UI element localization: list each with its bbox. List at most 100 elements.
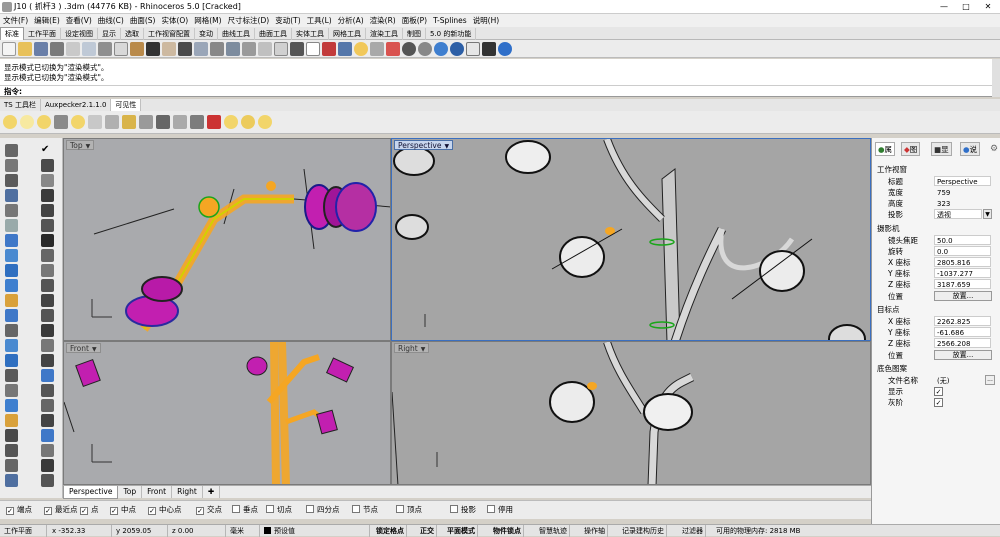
layer-tool-icon[interactable] — [5, 474, 18, 487]
sweep-icon[interactable] — [5, 264, 18, 277]
panel-tab-properties[interactable]: ●属 — [875, 142, 896, 156]
more-tools-icon[interactable] — [41, 474, 54, 487]
boolean-diff-icon[interactable] — [41, 324, 54, 337]
viewport-perspective[interactable]: Perspective ▼ — [391, 138, 871, 341]
pipe-icon[interactable] — [41, 309, 54, 322]
save-icon[interactable] — [34, 42, 48, 56]
unlock-selected-icon[interactable] — [139, 115, 153, 129]
tab-display[interactable]: 显示 — [98, 28, 121, 40]
wallpaper-gray-checkbox[interactable]: ✓ — [934, 398, 943, 407]
scale-icon[interactable] — [5, 414, 18, 427]
menu-help[interactable]: 说明(H) — [470, 14, 503, 27]
osnap-11[interactable]: 投影 — [450, 505, 476, 515]
viewport-right[interactable]: Right ▼ — [391, 341, 871, 485]
status-ortho[interactable]: 正交 — [418, 525, 437, 537]
chevron-down-icon[interactable]: ▼ — [983, 209, 992, 219]
box-icon[interactable] — [5, 279, 18, 292]
disable-icon[interactable] — [207, 115, 221, 129]
tab-auxpecker[interactable]: Auxpecker2.1.1.0 — [41, 99, 112, 111]
hide-swap-icon[interactable] — [54, 115, 68, 129]
select-arrow-icon[interactable] — [5, 144, 18, 157]
menu-solid[interactable]: 实体(O) — [158, 14, 191, 27]
viewport-title-field[interactable]: Perspective — [934, 176, 991, 186]
four-viewports-icon[interactable] — [274, 42, 288, 56]
polygon-icon[interactable] — [41, 204, 54, 217]
camera-z-field[interactable]: 3187.659 — [934, 279, 991, 289]
boolean-union-icon[interactable] — [5, 324, 18, 337]
lock-icon[interactable] — [370, 42, 384, 56]
point-icon[interactable] — [5, 159, 18, 172]
grid-icon[interactable] — [306, 42, 320, 56]
osnap-3[interactable]: ✓ 中点 — [110, 505, 136, 515]
render-icon[interactable] — [41, 459, 54, 472]
osnap-4[interactable]: ✓ 中心点 — [148, 505, 182, 515]
cut-icon[interactable] — [98, 42, 112, 56]
menu-file[interactable]: 文件(F) — [0, 14, 31, 27]
osnap-checkbox[interactable] — [232, 505, 240, 513]
array-icon[interactable] — [5, 429, 18, 442]
vp-tab-right[interactable]: Right — [172, 486, 203, 498]
menu-tools[interactable]: 工具(L) — [304, 14, 335, 27]
viewport-label-top[interactable]: Top ▼ — [66, 140, 95, 150]
osnap-checkbox[interactable]: ✓ — [110, 507, 118, 515]
osnap-8[interactable]: 四分点 — [306, 505, 340, 515]
tab-mesh-tools[interactable]: 网格工具 — [329, 28, 366, 40]
osnap-10[interactable]: 顶点 — [396, 505, 422, 515]
command-prompt[interactable]: 指令: — [0, 86, 992, 97]
lock-selected-icon[interactable] — [122, 115, 136, 129]
status-planar[interactable]: 平面模式 — [445, 525, 478, 537]
tab-visibility[interactable]: 可见性 — [111, 99, 142, 111]
paste-icon[interactable] — [130, 42, 144, 56]
tab-set-view[interactable]: 设定视图 — [61, 28, 98, 40]
menu-dimension[interactable]: 尺寸标注(D) — [225, 14, 273, 27]
fillet-icon[interactable] — [5, 339, 18, 352]
block-icon[interactable] — [41, 444, 54, 457]
cplane-icon[interactable] — [290, 42, 304, 56]
torus-icon[interactable] — [5, 309, 18, 322]
shaded-sphere-icon[interactable] — [402, 42, 416, 56]
menu-render[interactable]: 渲染(R) — [367, 14, 399, 27]
viewport-label-right[interactable]: Right ▼ — [394, 343, 430, 353]
revolve-icon[interactable] — [41, 249, 54, 262]
arc-icon[interactable] — [41, 174, 54, 187]
light-bulb-icon[interactable] — [354, 42, 368, 56]
osnap-6[interactable]: 垂点 — [232, 505, 258, 515]
osnap-12[interactable]: 停用 — [487, 505, 513, 515]
osnap-5[interactable]: ✓ 交点 — [196, 505, 222, 515]
status-layer[interactable]: 预设值 — [262, 525, 370, 537]
cylinder-icon[interactable] — [5, 294, 18, 307]
checkmark-icon[interactable]: ✔ — [41, 144, 54, 157]
lock-swap-icon[interactable] — [156, 115, 170, 129]
move-icon[interactable] — [41, 384, 54, 397]
osnap-checkbox[interactable] — [396, 505, 404, 513]
osnap-checkbox[interactable] — [487, 505, 495, 513]
menu-tsplines[interactable]: T-Splines — [430, 14, 470, 27]
target-z-field[interactable]: 2566.208 — [934, 338, 991, 348]
tab-transform[interactable]: 变动 — [195, 28, 218, 40]
help-icon[interactable] — [498, 42, 512, 56]
network-icon[interactable] — [41, 264, 54, 277]
menu-analyze[interactable]: 分析(A) — [335, 14, 367, 27]
target-y-field[interactable]: -61.686 — [934, 327, 991, 337]
options-icon[interactable] — [466, 42, 480, 56]
menu-panels[interactable]: 面板(P) — [399, 14, 430, 27]
join-icon[interactable] — [41, 369, 54, 382]
polyline-icon[interactable] — [41, 159, 54, 172]
osnap-checkbox[interactable]: ✓ — [80, 507, 88, 515]
status-grid-snap[interactable]: 锁定格点 — [374, 525, 407, 537]
menu-view[interactable]: 查看(V) — [63, 14, 95, 27]
new-file-icon[interactable] — [2, 42, 16, 56]
status-filter[interactable]: 过滤器 — [680, 525, 706, 537]
rotation-field[interactable]: 0.0 — [934, 246, 991, 256]
target-x-field[interactable]: 2262.825 — [934, 316, 991, 326]
osnap-checkbox[interactable] — [306, 505, 314, 513]
panel-tab-help[interactable]: ●说 — [960, 142, 981, 156]
properties-icon[interactable] — [82, 42, 96, 56]
loft-icon[interactable] — [5, 249, 18, 262]
analyze-icon[interactable] — [5, 459, 18, 472]
pan-hand-icon[interactable] — [162, 42, 176, 56]
viewport-top[interactable]: Top ▼ — [63, 138, 391, 341]
osnap-7[interactable]: 切点 — [266, 505, 292, 515]
status-osnap[interactable]: 物件锁点 — [491, 525, 524, 537]
status-smarttrack[interactable]: 智慧轨迹 — [537, 525, 570, 537]
